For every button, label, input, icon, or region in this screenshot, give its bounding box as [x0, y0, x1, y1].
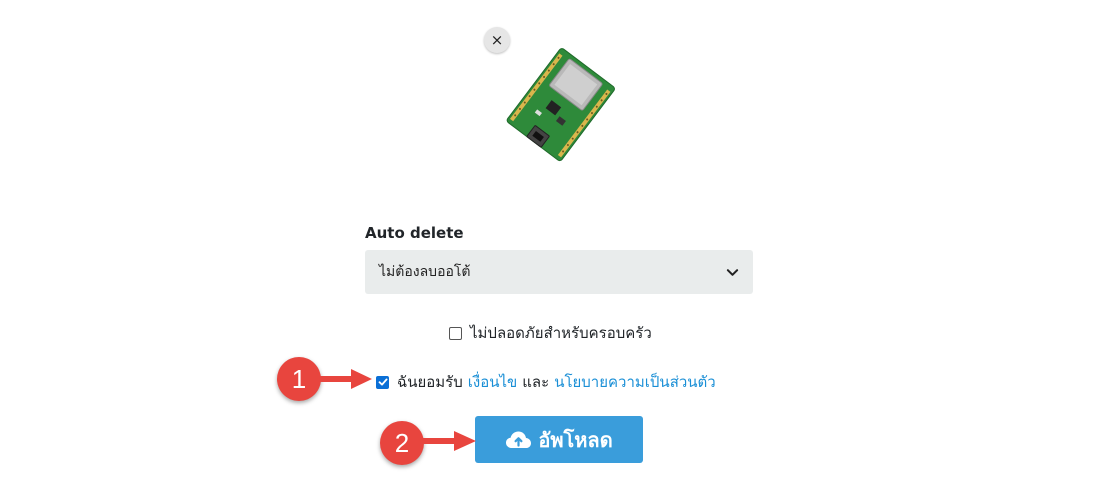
unsafe-checkbox-row: ไม่ปลอดภัยสำหรับครอบครัว: [449, 321, 652, 345]
unsafe-checkbox-label: ไม่ปลอดภัยสำหรับครอบครัว: [470, 324, 652, 342]
upload-button[interactable]: อัพโหลด: [475, 416, 643, 463]
chevron-down-icon: [726, 268, 739, 276]
terms-link[interactable]: เงื่อนไข: [468, 370, 518, 394]
annotation-badge-1: 1: [277, 357, 321, 401]
agree-checkbox[interactable]: [376, 375, 389, 389]
cloud-upload-icon: [506, 431, 532, 448]
checkmark-icon: [378, 378, 387, 386]
close-icon: ×: [490, 30, 504, 49]
agree-checkbox-row: ฉันยอมรับ เงื่อนไข และ นโยบายความเป็นส่ว…: [376, 370, 716, 394]
auto-delete-selected-value: ไม่ต้องลบออโต้: [379, 264, 471, 280]
unsafe-checkbox[interactable]: [449, 326, 462, 340]
uploaded-image-preview: [505, 46, 621, 164]
auto-delete-select[interactable]: ไม่ต้องลบออโต้: [365, 250, 753, 294]
annotation-arrow-1: [319, 369, 372, 389]
remove-image-button[interactable]: ×: [484, 27, 510, 53]
conjunction-text: และ: [522, 373, 550, 391]
annotation-badge-2: 2: [380, 421, 424, 465]
auto-delete-label: Auto delete: [365, 224, 464, 242]
annotation-arrow-2: [420, 431, 476, 451]
privacy-policy-link[interactable]: นโยบายความเป็นส่วนตัว: [554, 370, 716, 394]
upload-button-label: อัพโหลด: [538, 427, 613, 452]
agree-prefix-text: ฉันยอมรับ: [397, 373, 463, 391]
